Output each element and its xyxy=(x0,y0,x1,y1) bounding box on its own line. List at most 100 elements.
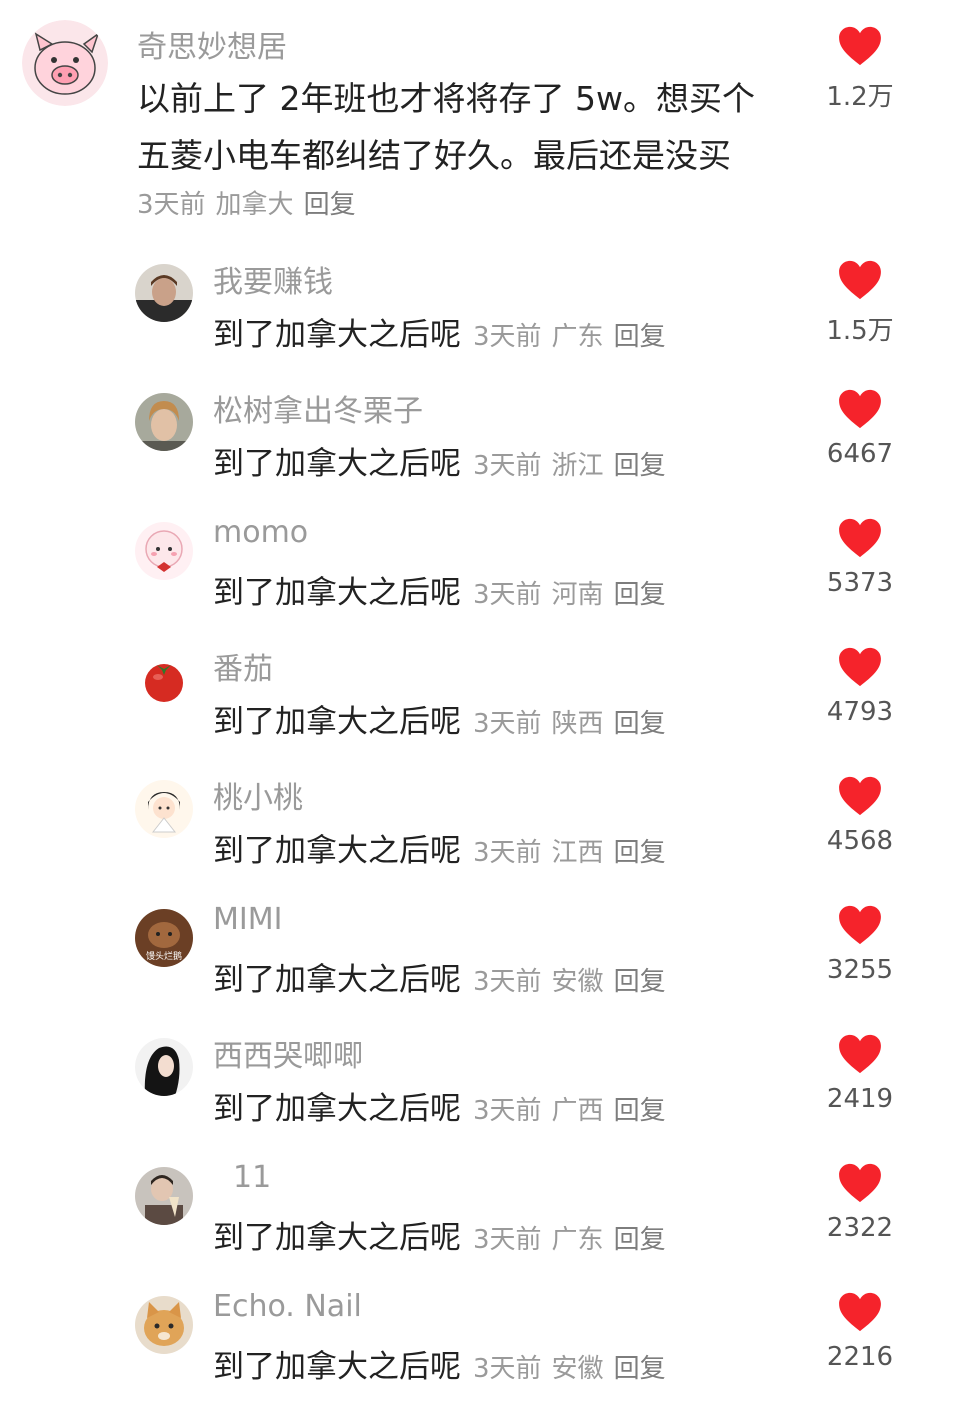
reply-time: 3天前 xyxy=(473,967,542,997)
heart-icon[interactable] xyxy=(838,1163,882,1203)
reply-like[interactable]: 3255 xyxy=(805,905,915,985)
reply-time: 3天前 xyxy=(473,451,542,481)
heart-icon[interactable] xyxy=(838,389,882,429)
heart-icon[interactable] xyxy=(838,26,882,66)
reply-button[interactable]: 回复 xyxy=(614,1096,666,1126)
reply-button[interactable]: 回复 xyxy=(614,1225,666,1255)
avatar-caption: 馒头烂鹅 xyxy=(146,950,182,962)
like-count: 5373 xyxy=(826,568,894,598)
reply-content-line: 到了加拿大之后呢 3天前 广东 回复 xyxy=(213,309,676,354)
reply-meta: 3天前 安徽 回复 xyxy=(473,967,676,997)
reply-username[interactable]: Echo. Nail xyxy=(213,1289,362,1324)
pig-avatar-icon xyxy=(22,20,108,106)
reply-username[interactable]: 桃小桃 xyxy=(213,773,303,817)
reply-button[interactable]: 回复 xyxy=(614,451,666,481)
reply-button[interactable]: 回复 xyxy=(614,1354,666,1384)
heart-icon[interactable] xyxy=(838,518,882,558)
reply-content-line: 到了加拿大之后呢 3天前 安徽 回复 xyxy=(213,1341,676,1386)
reply-button[interactable]: 回复 xyxy=(614,967,666,997)
reply-row: 西西哭唧唧 到了加拿大之后呢 3天前 广西 回复 2419 xyxy=(0,1031,972,1160)
reply-avatar[interactable] xyxy=(135,393,193,451)
reply-meta: 3天前 陕西 回复 xyxy=(473,709,676,739)
reply-row: momo 到了加拿大之后呢 3天前 河南 回复 5373 xyxy=(0,515,972,644)
like-count: 4568 xyxy=(826,826,894,856)
reply-like[interactable]: 2216 xyxy=(805,1292,915,1372)
reply-location: 广东 xyxy=(551,322,604,352)
top-comment-text-line2: 五菱小电车都纠结了好久。最后还是没买 xyxy=(137,136,731,175)
reply-avatar[interactable] xyxy=(135,522,193,580)
heart-icon[interactable] xyxy=(838,647,882,687)
heart-icon[interactable] xyxy=(838,905,882,945)
reply-button[interactable]: 回复 xyxy=(614,322,666,352)
reply-location: 陕西 xyxy=(551,709,604,739)
reply-like[interactable]: 6467 xyxy=(805,389,915,469)
reply-avatar[interactable] xyxy=(135,1167,193,1225)
reply-row: 番茄 到了加拿大之后呢 3天前 陕西 回复 4793 xyxy=(0,644,972,773)
reply-username[interactable]: 松树拿出冬栗子 xyxy=(213,386,423,430)
reply-avatar[interactable] xyxy=(135,1038,193,1096)
heart-icon[interactable] xyxy=(838,1034,882,1074)
reply-location: 浙江 xyxy=(551,451,604,481)
reply-location: 安徽 xyxy=(551,1354,604,1384)
reply-meta: 3天前 广东 回复 xyxy=(473,1225,676,1255)
reply-content-line: 到了加拿大之后呢 3天前 浙江 回复 xyxy=(213,438,676,483)
reply-row: 11 到了加拿大之后呢 3天前 广东 回复 2322 xyxy=(0,1160,972,1289)
top-comment-meta: 3天前 加拿大 回复 xyxy=(137,184,366,221)
reply-time: 3天前 xyxy=(473,838,542,868)
top-comment-like[interactable]: 1.2万 xyxy=(805,26,915,113)
reply-username[interactable]: 番茄 xyxy=(213,644,273,688)
reply-meta: 3天前 广东 回复 xyxy=(473,322,676,352)
reply-time: 3天前 xyxy=(473,709,542,739)
like-count: 3255 xyxy=(826,955,894,985)
reply-text: 到了加拿大之后呢 xyxy=(213,704,461,740)
reply-button[interactable]: 回复 xyxy=(614,709,666,739)
reply-username[interactable]: 西西哭唧唧 xyxy=(213,1031,363,1075)
heart-icon[interactable] xyxy=(838,260,882,300)
like-count: 1.2万 xyxy=(826,82,894,112)
reply-username[interactable]: momo xyxy=(213,515,308,550)
comment-location: 加拿大 xyxy=(215,190,294,220)
reply-content-line: 到了加拿大之后呢 3天前 江西 回复 xyxy=(213,825,676,870)
reply-avatar[interactable] xyxy=(135,1296,193,1354)
reply-username[interactable]: 11 xyxy=(233,1160,271,1195)
like-count: 6467 xyxy=(826,439,894,469)
reply-location: 安徽 xyxy=(551,967,604,997)
reply-row: Echo. Nail 到了加拿大之后呢 3天前 安徽 回复 2216 xyxy=(0,1289,972,1418)
heart-icon[interactable] xyxy=(838,776,882,816)
reply-location: 江西 xyxy=(551,838,604,868)
reply-avatar[interactable] xyxy=(135,780,193,838)
reply-text: 到了加拿大之后呢 xyxy=(213,962,461,998)
reply-meta: 3天前 安徽 回复 xyxy=(473,1354,676,1384)
reply-like[interactable]: 2322 xyxy=(805,1163,915,1243)
reply-text: 到了加拿大之后呢 xyxy=(213,317,461,353)
reply-text: 到了加拿大之后呢 xyxy=(213,833,461,869)
reply-avatar[interactable] xyxy=(135,264,193,322)
top-comment-username[interactable]: 奇思妙想居 xyxy=(137,22,287,66)
reply-meta: 3天前 河南 回复 xyxy=(473,580,676,610)
reply-like[interactable]: 2419 xyxy=(805,1034,915,1114)
reply-time: 3天前 xyxy=(473,580,542,610)
like-count: 1.5万 xyxy=(826,316,894,346)
reply-username[interactable]: MIMI xyxy=(213,902,282,937)
reply-avatar[interactable]: 馒头烂鹅 xyxy=(135,909,193,967)
reply-meta: 3天前 浙江 回复 xyxy=(473,451,676,481)
heart-icon[interactable] xyxy=(838,1292,882,1332)
reply-button[interactable]: 回复 xyxy=(614,838,666,868)
reply-like[interactable]: 4793 xyxy=(805,647,915,727)
reply-content-line: 到了加拿大之后呢 3天前 广东 回复 xyxy=(213,1212,676,1257)
reply-button[interactable]: 回复 xyxy=(614,580,666,610)
reply-button[interactable]: 回复 xyxy=(304,190,356,220)
reply-username[interactable]: 我要赚钱 xyxy=(213,257,333,301)
reply-content-line: 到了加拿大之后呢 3天前 安徽 回复 xyxy=(213,954,676,999)
reply-like[interactable]: 5373 xyxy=(805,518,915,598)
comment-time: 3天前 xyxy=(137,190,206,220)
reply-time: 3天前 xyxy=(473,1354,542,1384)
reply-like[interactable]: 1.5万 xyxy=(805,260,915,347)
reply-avatar[interactable] xyxy=(135,651,193,709)
reply-text: 到了加拿大之后呢 xyxy=(213,1220,461,1256)
reply-row: 桃小桃 到了加拿大之后呢 3天前 江西 回复 4568 xyxy=(0,773,972,902)
top-comment-avatar[interactable] xyxy=(22,20,108,106)
reply-like[interactable]: 4568 xyxy=(805,776,915,856)
top-comment-text-line1: 以前上了 2年班也才将将存了 5w。想买个 xyxy=(137,79,755,118)
reply-content-line: 到了加拿大之后呢 3天前 河南 回复 xyxy=(213,567,676,612)
